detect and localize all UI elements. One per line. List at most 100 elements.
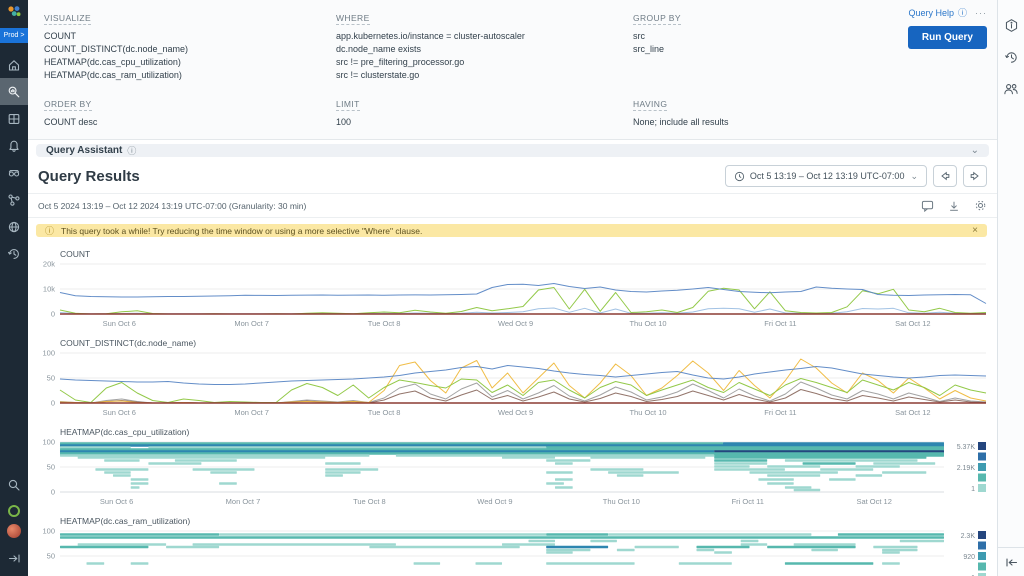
assistant-chevron-down-icon[interactable]: ⌄ bbox=[971, 145, 979, 156]
svg-text:Fri Oct 11: Fri Oct 11 bbox=[732, 497, 764, 506]
group-by-clause[interactable]: src bbox=[633, 30, 851, 43]
sidebar-expand-button[interactable] bbox=[0, 545, 28, 572]
next-query-button[interactable] bbox=[963, 165, 987, 187]
previous-query-button[interactable] bbox=[933, 165, 957, 187]
svg-text:Mon Oct 7: Mon Oct 7 bbox=[226, 497, 261, 506]
sidebar-item-home[interactable] bbox=[0, 51, 28, 78]
visualize-clause[interactable]: HEATMAP(dc.cas_ram_utilization) bbox=[44, 69, 320, 82]
having-clause[interactable]: None; include all results bbox=[633, 116, 851, 129]
query-history-button[interactable] bbox=[998, 44, 1024, 70]
count-distinct-line-chart[interactable]: 100500Sun Oct 6Mon Oct 7Tue Oct 8Wed Oct… bbox=[34, 349, 992, 421]
time-range-detail: Oct 5 2024 13:19 – Oct 12 2024 13:19 UTC… bbox=[38, 201, 306, 211]
svg-text:50: 50 bbox=[47, 552, 55, 561]
where-clause[interactable]: src != pre_filtering_processor.go bbox=[336, 56, 617, 69]
datasets-globe-icon bbox=[7, 220, 21, 234]
svg-text:Sat Oct 12: Sat Oct 12 bbox=[895, 408, 930, 417]
sidebar-item-boards[interactable] bbox=[0, 105, 28, 132]
where-clause[interactable]: src != clusterstate.go bbox=[336, 69, 617, 82]
status-ring-icon[interactable] bbox=[8, 505, 20, 517]
home-icon bbox=[7, 58, 21, 72]
sidebar-bottom bbox=[0, 471, 28, 576]
honeycomb-logo-icon[interactable] bbox=[6, 5, 22, 24]
chart-title: HEATMAP(dc.cas_ram_utilization) bbox=[60, 516, 993, 526]
clock-icon bbox=[734, 171, 745, 182]
svg-text:5.37K: 5.37K bbox=[957, 444, 976, 451]
arrow-left-icon bbox=[939, 170, 951, 182]
svg-text:0: 0 bbox=[51, 399, 55, 408]
limit-column: LIMIT 100 bbox=[328, 94, 625, 129]
svg-text:100: 100 bbox=[42, 349, 55, 358]
svg-text:Tue Oct 8: Tue Oct 8 bbox=[368, 319, 401, 328]
sidebar-item-service-map[interactable] bbox=[0, 186, 28, 213]
svg-text:920: 920 bbox=[963, 554, 975, 561]
query-help-info-icon[interactable]: ⓘ bbox=[958, 6, 967, 19]
order-by-heading: ORDER BY bbox=[44, 99, 92, 111]
visualize-clause[interactable]: HEATMAP(dc.cas_cpu_utilization) bbox=[44, 56, 320, 69]
sidebar-item-query[interactable] bbox=[0, 78, 28, 105]
visualize-clause[interactable]: COUNT bbox=[44, 30, 320, 43]
limit-clauses: 100 bbox=[336, 116, 617, 129]
details-panel-button[interactable] bbox=[998, 12, 1024, 38]
having-column: HAVING None; include all results bbox=[625, 94, 859, 129]
warning-close-icon[interactable]: × bbox=[972, 225, 978, 236]
query-assistant-bar[interactable]: Query Assistant ⓘ ⌄ bbox=[36, 144, 989, 157]
environment-arrow: > bbox=[20, 32, 24, 39]
sidebar-item-slos[interactable] bbox=[0, 159, 28, 186]
visualize-column: VISUALIZE COUNTCOUNT_DISTINCT(dc.node_na… bbox=[36, 8, 328, 82]
cpu-utilization-heatmap[interactable]: 100500Sun Oct 6Mon Oct 7Tue Oct 8Wed Oct… bbox=[34, 438, 992, 510]
visualize-clause[interactable]: COUNT_DISTINCT(dc.node_name) bbox=[44, 43, 320, 56]
ram-utilization-heatmap[interactable]: 100500Sun Oct 6Mon Oct 7Tue Oct 8Wed Oct… bbox=[34, 527, 992, 576]
download-icon[interactable] bbox=[948, 200, 960, 212]
limit-heading: LIMIT bbox=[336, 99, 360, 111]
slo-icon bbox=[7, 166, 21, 180]
having-clauses: None; include all results bbox=[633, 116, 851, 129]
gear-icon[interactable] bbox=[974, 199, 987, 212]
count-line-chart[interactable]: 20k10k0Sun Oct 6Mon Oct 7Tue Oct 8Wed Oc… bbox=[34, 260, 992, 332]
collapse-panel-button[interactable] bbox=[998, 548, 1024, 576]
user-avatar[interactable] bbox=[7, 524, 21, 538]
query-help-link[interactable]: Query Help bbox=[908, 8, 954, 18]
svg-text:Sun Oct 6: Sun Oct 6 bbox=[103, 319, 136, 328]
team-activity-button[interactable] bbox=[998, 76, 1024, 102]
time-range-chevron-icon: ⌄ bbox=[910, 171, 918, 182]
chart-title: COUNT bbox=[60, 249, 993, 259]
sidebar-item-alerts[interactable] bbox=[0, 132, 28, 159]
svg-text:10k: 10k bbox=[43, 285, 55, 294]
left-sidebar: Prod > bbox=[0, 0, 28, 576]
nav-icons bbox=[0, 51, 28, 576]
sidebar-item-datasets[interactable] bbox=[0, 213, 28, 240]
query-icon bbox=[7, 85, 21, 99]
query-menu-ellipsis-icon[interactable]: ··· bbox=[975, 8, 987, 18]
query-builder: VISUALIZE COUNTCOUNT_DISTINCT(dc.node_na… bbox=[28, 0, 997, 140]
info-hexagon-icon bbox=[1004, 18, 1019, 33]
svg-text:Thu Oct 10: Thu Oct 10 bbox=[629, 408, 666, 417]
sidebar-search[interactable] bbox=[0, 471, 28, 498]
where-clause[interactable]: dc.node_name exists bbox=[336, 43, 617, 56]
group-by-clauses: srcsrc_line bbox=[633, 30, 851, 56]
svg-text:Mon Oct 7: Mon Oct 7 bbox=[234, 319, 269, 328]
results-header: Query Results Oct 5 13:19 – Oct 12 13:19… bbox=[28, 157, 997, 193]
slow-query-warning: ⓘ This query took a while! Try reducing … bbox=[36, 224, 987, 237]
svg-text:Sat Oct 12: Sat Oct 12 bbox=[856, 497, 891, 506]
order-by-clause[interactable]: COUNT desc bbox=[44, 116, 320, 129]
svg-text:Wed Oct 9: Wed Oct 9 bbox=[498, 319, 533, 328]
limit-clause[interactable]: 100 bbox=[336, 116, 617, 129]
chart-heatmap-cpu: HEATMAP(dc.cas_cpu_utilization) 100500Su… bbox=[34, 427, 993, 510]
sidebar-item-activity[interactable] bbox=[0, 240, 28, 267]
comment-icon[interactable] bbox=[921, 200, 934, 212]
activity-history-icon bbox=[7, 247, 21, 261]
svg-text:Mon Oct 7: Mon Oct 7 bbox=[234, 408, 269, 417]
results-subtitle-row: Oct 5 2024 13:19 – Oct 12 2024 13:19 UTC… bbox=[28, 193, 997, 218]
where-clause[interactable]: app.kubernetes.io/instance = cluster-aut… bbox=[336, 30, 617, 43]
environment-switcher[interactable]: Prod > bbox=[0, 28, 28, 43]
svg-text:0: 0 bbox=[51, 310, 55, 319]
chart-count: COUNT 20k10k0Sun Oct 6Mon Oct 7Tue Oct 8… bbox=[34, 249, 993, 332]
main-content: VISUALIZE COUNTCOUNT_DISTINCT(dc.node_na… bbox=[28, 0, 997, 576]
svg-text:Tue Oct 8: Tue Oct 8 bbox=[368, 408, 401, 417]
svg-text:Sun Oct 6: Sun Oct 6 bbox=[103, 408, 136, 417]
run-query-button[interactable]: Run Query bbox=[908, 26, 987, 49]
app-root: Prod > bbox=[0, 0, 1024, 576]
group-by-clause[interactable]: src_line bbox=[633, 43, 851, 56]
time-range-selector[interactable]: Oct 5 13:19 – Oct 12 13:19 UTC-07:00 ⌄ bbox=[725, 165, 927, 187]
environment-label: Prod bbox=[4, 32, 19, 39]
